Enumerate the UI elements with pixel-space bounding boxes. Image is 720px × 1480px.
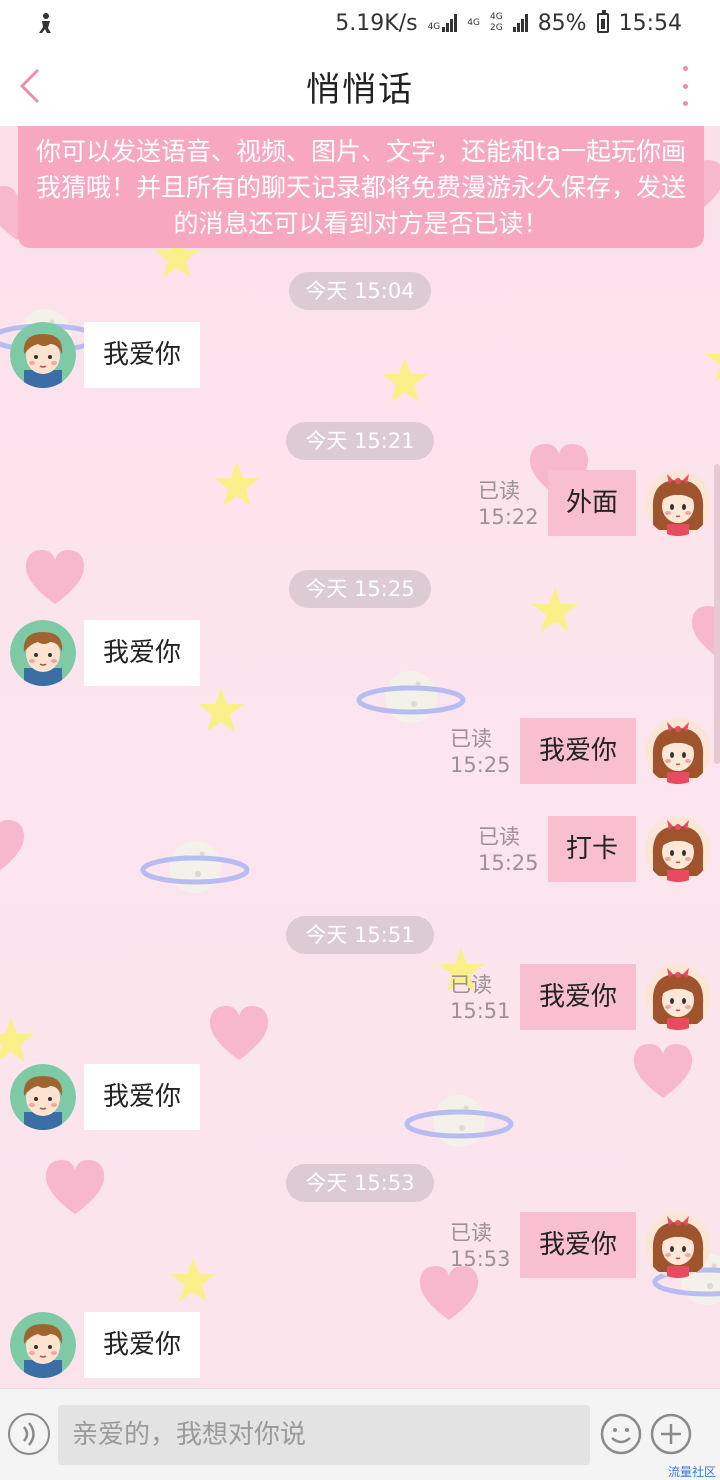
heart-decoration: [20, 546, 90, 606]
heart-decoration: [628, 1040, 698, 1100]
planet-decoration: [140, 832, 250, 902]
read-time: 15:25: [450, 753, 511, 777]
read-label: 已读: [478, 479, 520, 503]
battery-icon: [596, 10, 609, 33]
incoming-message[interactable]: 我爱你: [84, 1312, 200, 1378]
heart-decoration: [0, 816, 30, 876]
clock: 15:54: [618, 10, 682, 36]
outgoing-message[interactable]: 我爱你: [520, 964, 636, 1030]
network-type-2: 4G: [467, 17, 480, 28]
status-bar: 5.19K/s 4G 4G 4G 2G 85% 15:54: [0, 0, 720, 46]
heart-decoration: [40, 1156, 110, 1216]
scrollbar[interactable]: [714, 464, 720, 764]
read-time: 15:25: [478, 851, 539, 875]
incoming-message[interactable]: 我爱你: [84, 1064, 200, 1130]
network-type-3a: 4G: [489, 12, 503, 22]
read-label: 已读: [450, 727, 492, 751]
header: 悄悄话: [0, 46, 720, 126]
timestamp-pill: 今天 15:53: [286, 1164, 434, 1202]
plus-icon: [650, 1413, 692, 1455]
signal-icon: 4G 2G: [490, 13, 503, 33]
timestamp-pill: 今天 15:04: [289, 272, 431, 310]
message-input[interactable]: [58, 1405, 590, 1465]
outgoing-message[interactable]: 外面: [548, 470, 636, 536]
signal-icon: 4G: [467, 17, 480, 28]
voice-button[interactable]: [8, 1413, 50, 1455]
incoming-message[interactable]: 我爱你: [84, 322, 200, 388]
contact-avatar[interactable]: [10, 322, 76, 388]
my-avatar[interactable]: [645, 816, 711, 882]
notice-banner: 你可以发送语音、视频、图片、文字，还能和ta一起玩你画我猜哦！并且所有的聊天记录…: [18, 126, 704, 248]
plus-button[interactable]: [650, 1413, 692, 1455]
status-left: [36, 12, 335, 34]
timestamp-pill: 今天 15:51: [286, 916, 434, 954]
timestamp-pill: 今天 15:21: [286, 422, 434, 460]
back-icon: [19, 68, 40, 104]
read-status: 已读 15:53: [450, 1220, 516, 1272]
read-label: 已读: [450, 973, 492, 997]
read-label: 已读: [478, 825, 520, 849]
planet-decoration: [404, 1086, 514, 1156]
chat-area[interactable]: 你可以发送语音、视频、图片、文字，还能和ta一起玩你画我猜哦！并且所有的聊天记录…: [0, 126, 720, 1388]
star-decoration: [168, 1256, 218, 1306]
planet-decoration: [356, 662, 466, 732]
status-right: 5.19K/s 4G 4G 4G 2G 85% 15:54: [335, 10, 682, 36]
contact-avatar[interactable]: [10, 1064, 76, 1130]
network-type-3b: 2G: [489, 23, 503, 33]
outgoing-message[interactable]: 我爱你: [520, 718, 636, 784]
outgoing-message[interactable]: 我爱你: [520, 1212, 636, 1278]
incoming-message[interactable]: 我爱你: [84, 620, 200, 686]
read-label: 已读: [450, 1221, 492, 1245]
my-avatar[interactable]: [645, 470, 711, 536]
read-time: 15:51: [450, 999, 511, 1023]
read-status: 已读 15:22: [478, 478, 544, 530]
battery-percent: 85%: [537, 10, 587, 36]
back-button[interactable]: [14, 64, 54, 108]
input-bar: 流量社区: [0, 1388, 720, 1480]
read-time: 15:53: [450, 1247, 511, 1271]
star-decoration: [212, 460, 262, 510]
emoji-icon: [600, 1413, 642, 1455]
network-speed: 5.19K/s: [335, 10, 418, 36]
timestamp-pill: 今天 15:25: [289, 570, 431, 608]
signal-bars-icon: [512, 14, 528, 32]
read-status: 已读 15:25: [478, 824, 544, 876]
read-status: 已读 15:51: [450, 972, 516, 1024]
my-avatar[interactable]: [645, 964, 711, 1030]
signal-icon: 4G: [428, 14, 458, 32]
watermark: 流量社区: [667, 1465, 716, 1479]
read-status: 已读 15:25: [450, 726, 516, 778]
page-title: 悄悄话: [306, 69, 414, 110]
voice-icon: [23, 1422, 35, 1446]
network-type-1: 4G: [427, 22, 441, 32]
more-icon: [682, 66, 688, 71]
contact-avatar[interactable]: [10, 620, 76, 686]
my-avatar[interactable]: [645, 1212, 711, 1278]
star-decoration: [704, 336, 720, 386]
star-decoration: [530, 586, 580, 636]
star-decoration: [196, 686, 246, 736]
more-button[interactable]: [678, 66, 692, 106]
outgoing-message[interactable]: 打卡: [548, 816, 636, 882]
emoji-button[interactable]: [600, 1413, 642, 1455]
heart-decoration: [204, 1002, 274, 1062]
read-time: 15:22: [478, 505, 539, 529]
notification-icon: [39, 13, 51, 33]
contact-avatar[interactable]: [10, 1312, 76, 1378]
star-decoration: [0, 1016, 36, 1066]
my-avatar[interactable]: [645, 718, 711, 784]
star-decoration: [380, 356, 430, 406]
